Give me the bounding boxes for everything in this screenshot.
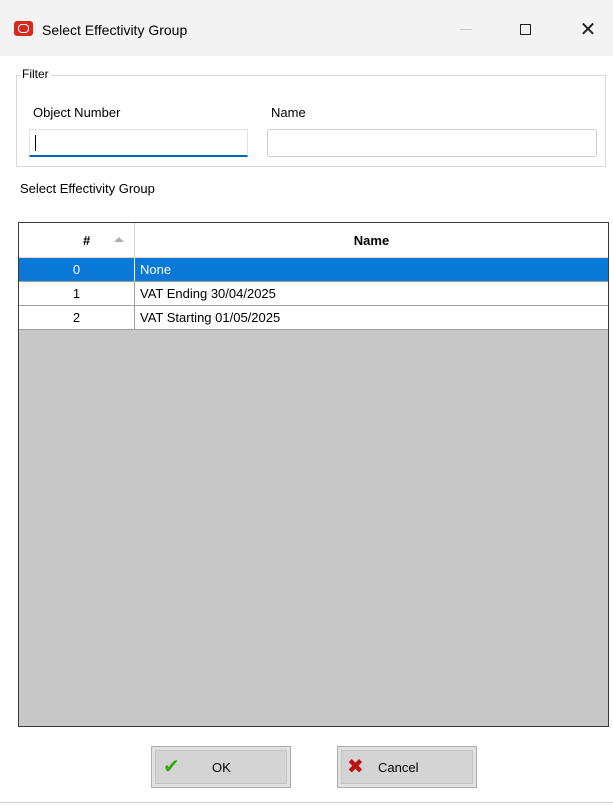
row-name-cell: VAT Ending 30/04/2025: [140, 286, 276, 301]
title-bar[interactable]: Select Effectivity Group ✕: [0, 0, 613, 56]
object-number-label: Object Number: [33, 105, 121, 120]
cancel-button[interactable]: ✖ Cancel: [337, 746, 477, 788]
text-caret: [35, 135, 36, 151]
maximize-button[interactable]: [502, 12, 548, 46]
cross-icon: ✖: [347, 754, 364, 778]
close-icon: ✕: [579, 17, 597, 41]
table-row[interactable]: 2 VAT Starting 01/05/2025: [19, 306, 608, 330]
row-number-cell: 0: [19, 258, 135, 281]
name-input[interactable]: [267, 129, 597, 157]
object-number-input[interactable]: [29, 129, 248, 157]
maximize-icon: [519, 23, 531, 35]
sort-ascending-icon: [114, 237, 124, 242]
minimize-icon: [460, 28, 472, 30]
grid-header: # Name: [19, 223, 608, 258]
filter-legend: Filter: [20, 67, 51, 81]
column-header-name[interactable]: Name: [135, 223, 608, 257]
oracle-icon: [14, 21, 33, 36]
checkmark-icon: ✔: [163, 754, 180, 778]
grid-caption: Select Effectivity Group: [20, 181, 155, 196]
table-row[interactable]: 1 VAT Ending 30/04/2025: [19, 282, 608, 306]
minimize-button[interactable]: [443, 12, 489, 46]
column-header-name-label: Name: [353, 233, 390, 248]
ok-button[interactable]: ✔ OK: [151, 746, 291, 788]
column-header-number[interactable]: #: [19, 223, 135, 257]
row-number-cell: 1: [19, 282, 135, 305]
table-row[interactable]: 0 None: [19, 258, 608, 282]
window-title: Select Effectivity Group: [42, 22, 188, 38]
row-name-cell: None: [140, 262, 172, 277]
close-button[interactable]: ✕: [565, 12, 611, 46]
bottom-divider: [0, 802, 613, 803]
dialog-window: Select Effectivity Group ✕ Filter Object…: [0, 0, 613, 805]
effectivity-group-grid[interactable]: # Name 0 None 1 VAT Ending 30/04/2025 2 …: [18, 222, 609, 727]
row-number-cell: 2: [19, 306, 135, 329]
row-name-cell: VAT Starting 01/05/2025: [140, 310, 281, 325]
column-header-number-label: #: [83, 233, 91, 248]
cancel-button-label: Cancel: [378, 760, 419, 775]
ok-button-label: OK: [212, 760, 231, 775]
name-label: Name: [271, 105, 306, 120]
